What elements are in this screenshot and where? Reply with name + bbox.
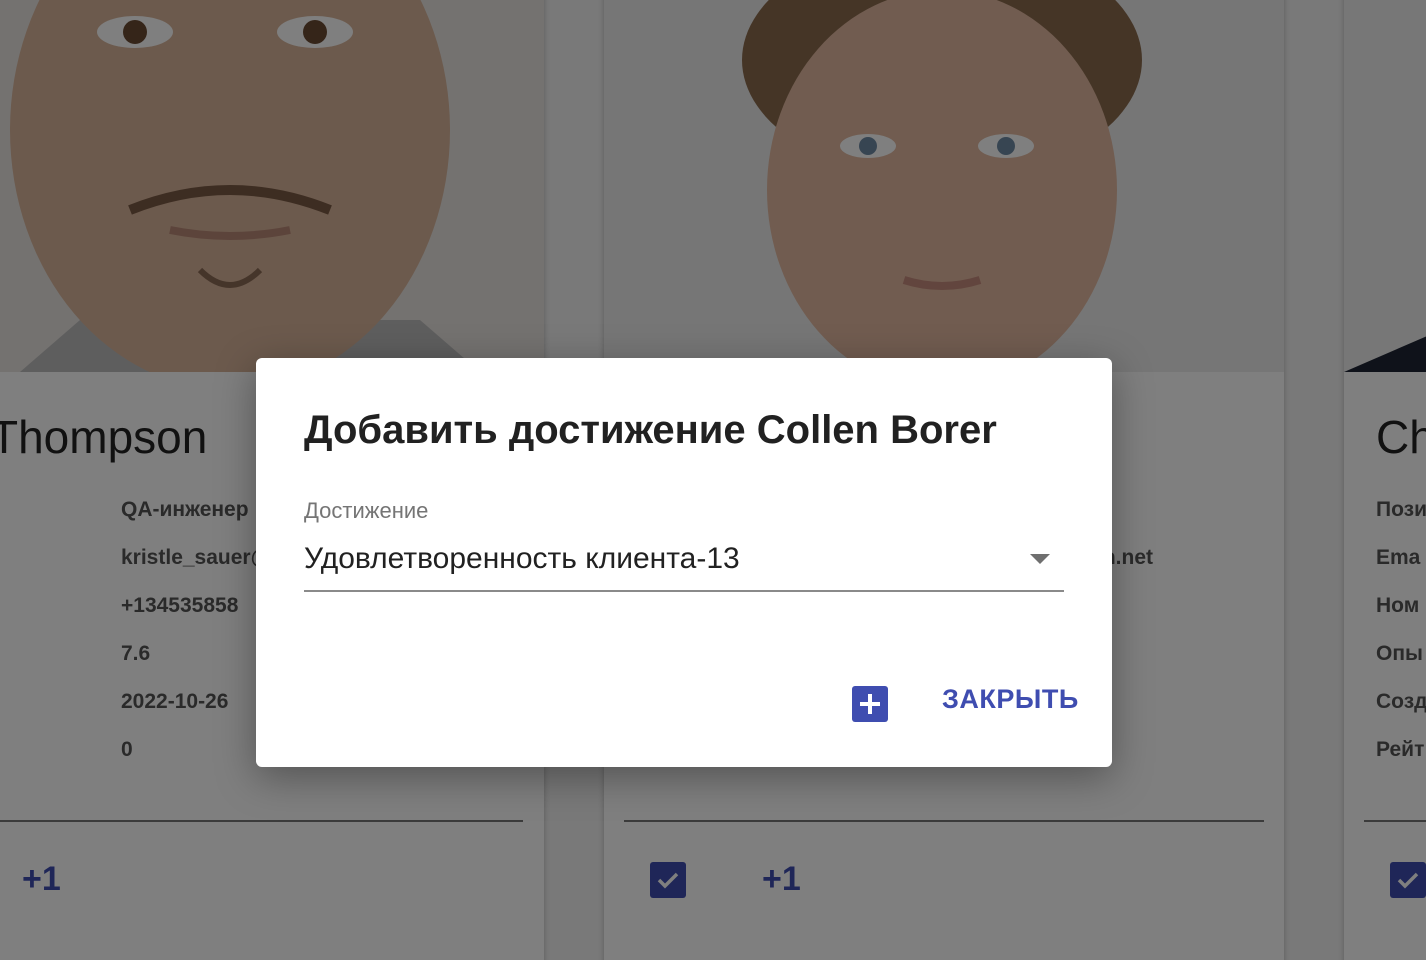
achievement-select-value: Удовлетворенность клиента-13 bbox=[304, 542, 740, 575]
caret-down-icon bbox=[1030, 554, 1050, 564]
achievement-select[interactable]: Удовлетворенность клиента-13 bbox=[304, 534, 1064, 592]
page: Thompson QA-инженер kristle_sauer@ +1345… bbox=[0, 0, 1426, 960]
close-button[interactable]: ЗАКРЫТЬ bbox=[942, 684, 1079, 715]
achievement-select-label: Достижение bbox=[304, 498, 429, 523]
add-achievement-dialog: Добавить достижение Collen Borer Достиже… bbox=[256, 358, 1112, 767]
plus-box-icon bbox=[860, 694, 880, 714]
dialog-title: Добавить достижение Collen Borer bbox=[304, 408, 997, 452]
add-achievement-button[interactable] bbox=[852, 686, 888, 722]
